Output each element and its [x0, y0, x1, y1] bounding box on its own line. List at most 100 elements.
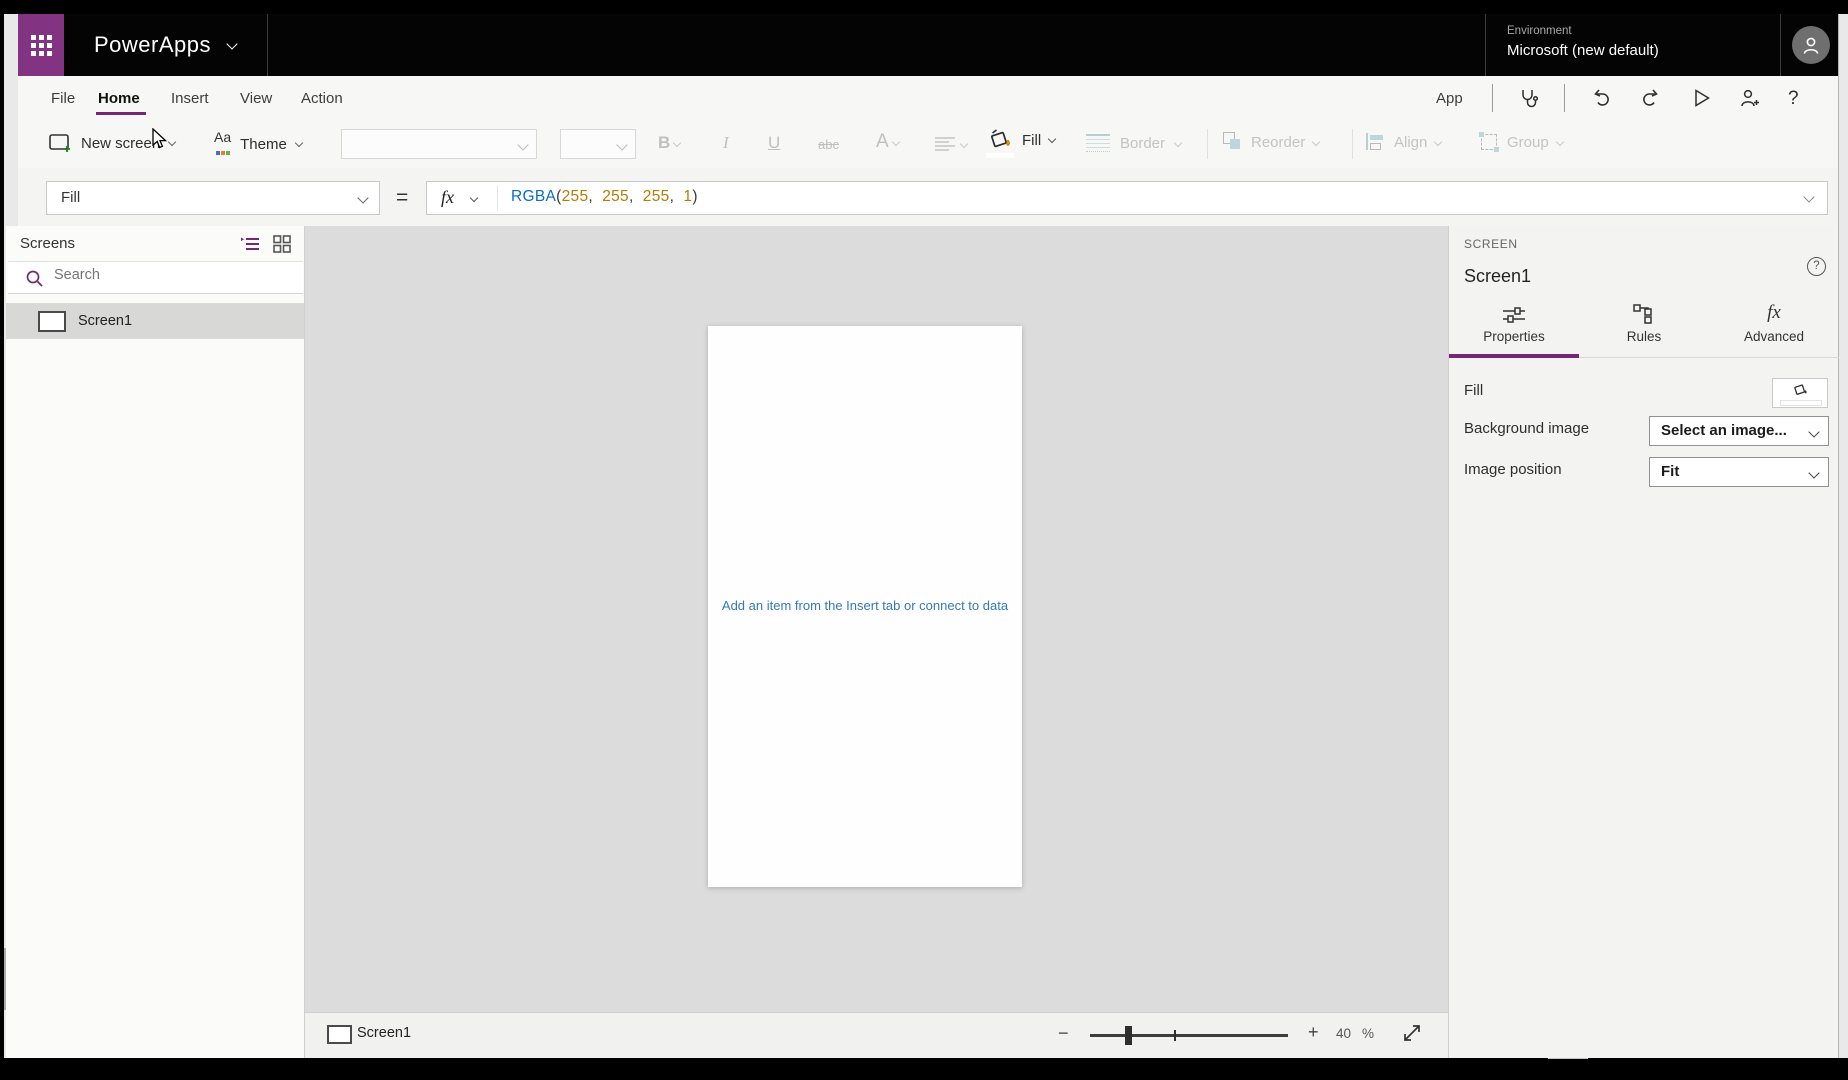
menubar-divider: [1564, 84, 1565, 112]
border-button[interactable]: Border: [1086, 134, 1181, 152]
menu-view[interactable]: View: [240, 90, 272, 107]
underline-button[interactable]: U: [768, 133, 780, 153]
align-objects-icon: [1366, 132, 1386, 152]
screen-list-item[interactable]: Screen1: [6, 303, 304, 339]
align-label: Align: [1394, 134, 1427, 151]
background-image-label: Background image: [1464, 420, 1589, 437]
chevron-down-icon: [1808, 467, 1819, 478]
tab-properties[interactable]: Properties: [1449, 302, 1579, 344]
zoom-in-button[interactable]: +: [1308, 1022, 1319, 1043]
help-button[interactable]: ?: [1788, 88, 1799, 110]
menu-home[interactable]: Home: [98, 90, 140, 107]
app-title: PowerApps: [94, 14, 211, 76]
user-avatar[interactable]: [1792, 26, 1830, 64]
active-menu-underline: [96, 112, 146, 115]
chevron-down-icon: [1174, 139, 1182, 147]
image-position-label: Image position: [1464, 461, 1562, 478]
chevron-down-icon: [891, 138, 899, 146]
theme-label: Theme: [240, 136, 287, 153]
app-scope-label[interactable]: App: [1436, 90, 1463, 107]
zoom-slider-tick: [1174, 1030, 1176, 1041]
fill-field-label: Fill: [1464, 382, 1483, 399]
text-align-button[interactable]: [934, 136, 967, 152]
preview-button[interactable]: [1692, 88, 1712, 108]
properties-panel: SCREEN ? Screen1 Properties Rules fx: [1448, 226, 1838, 1058]
fx-divider: [497, 186, 498, 210]
tree-view-icon[interactable]: [240, 236, 260, 252]
menu-insert[interactable]: Insert: [171, 90, 209, 107]
fx-button[interactable]: fx: [441, 187, 454, 208]
add-person-icon: [1738, 87, 1762, 109]
fill-label: Fill: [1022, 132, 1041, 149]
screen-item-label: Screen1: [78, 313, 132, 329]
property-dropdown[interactable]: Fill: [46, 181, 380, 215]
chevron-down-icon: [1434, 138, 1442, 146]
background-image-dropdown[interactable]: Select an image...: [1649, 416, 1829, 446]
bold-button[interactable]: B: [658, 133, 680, 153]
design-canvas[interactable]: Add an item from the Insert tab or conne…: [305, 226, 1448, 1012]
person-icon: [1800, 34, 1822, 56]
chevron-down-icon: [1312, 138, 1320, 146]
topbar-divider: [1780, 14, 1781, 76]
topbar-divider: [1485, 14, 1486, 76]
chevron-down-icon: [295, 138, 303, 146]
menu-file[interactable]: File: [51, 90, 75, 107]
search-input[interactable]: [52, 266, 286, 284]
zoom-slider[interactable]: [1090, 1034, 1288, 1037]
panel-tabs: Properties Rules fx Advanced: [1449, 302, 1839, 344]
app-launcher-button[interactable]: [18, 14, 64, 76]
new-screen-icon: [48, 133, 72, 154]
chevron-down-icon: [1808, 426, 1819, 437]
font-family-dropdown[interactable]: [341, 129, 537, 159]
reorder-icon: [1223, 132, 1243, 152]
selection-type-label: SCREEN: [1464, 237, 1518, 251]
align-button[interactable]: Align: [1366, 132, 1441, 152]
panel-help-button[interactable]: ?: [1807, 257, 1826, 276]
footer-screen-label[interactable]: Screen1: [357, 1025, 411, 1041]
rules-icon: [1633, 304, 1655, 324]
environment-value[interactable]: Microsoft (new default): [1507, 42, 1659, 59]
zoom-slider-handle[interactable]: [1125, 1026, 1132, 1045]
play-icon: [1692, 88, 1712, 108]
selection-name: Screen1: [1464, 266, 1531, 287]
app-checker-button[interactable]: [1516, 86, 1540, 110]
formula-input[interactable]: fx RGBA(255, 255, 255, 1): [426, 181, 1828, 215]
tab-rules[interactable]: Rules: [1579, 302, 1709, 344]
fill-color-swatch: [986, 153, 1014, 158]
theme-aa-icon: Aa: [214, 131, 231, 157]
formula-expand-chevron-icon[interactable]: [1803, 191, 1814, 202]
theme-button[interactable]: Aa Theme: [214, 131, 302, 157]
environment-label: Environment: [1507, 25, 1572, 37]
strikethrough-button[interactable]: abc: [818, 137, 839, 152]
toolbar-divider: [1207, 129, 1208, 159]
font-color-button[interactable]: A: [876, 131, 899, 153]
equals-sign: =: [396, 186, 408, 210]
search-box[interactable]: [8, 261, 303, 294]
group-button[interactable]: Group: [1479, 132, 1563, 152]
fit-to-window-icon[interactable]: [1401, 1022, 1423, 1044]
undo-button[interactable]: [1591, 87, 1613, 109]
chevron-down-icon: [470, 194, 478, 202]
chevron-down-icon: [357, 192, 368, 203]
font-size-dropdown[interactable]: [560, 129, 636, 159]
canvas-footer: Screen1 − + 40 %: [305, 1012, 1448, 1058]
italic-button[interactable]: I: [723, 133, 729, 153]
tab-advanced[interactable]: fx Advanced: [1709, 302, 1839, 344]
grid-view-icon[interactable]: [273, 235, 291, 253]
screen-thumbnail-icon: [38, 311, 66, 332]
fill-button[interactable]: Fill: [988, 128, 1055, 152]
paint-bucket-icon: [1792, 382, 1810, 398]
align-lines-icon: [934, 136, 956, 152]
menu-action[interactable]: Action: [301, 90, 343, 107]
undo-icon: [1591, 87, 1613, 109]
background-window-right-edge: [1838, 14, 1848, 1058]
image-position-dropdown[interactable]: Fit: [1649, 457, 1829, 487]
border-label: Border: [1120, 135, 1165, 152]
reorder-button[interactable]: Reorder: [1223, 132, 1319, 152]
zoom-unit: %: [1362, 1026, 1374, 1041]
zoom-out-button[interactable]: −: [1058, 1023, 1069, 1044]
menu-bar: [18, 76, 1838, 121]
fill-color-picker[interactable]: [1772, 378, 1828, 408]
share-button[interactable]: [1738, 87, 1762, 109]
redo-button[interactable]: [1639, 87, 1661, 109]
